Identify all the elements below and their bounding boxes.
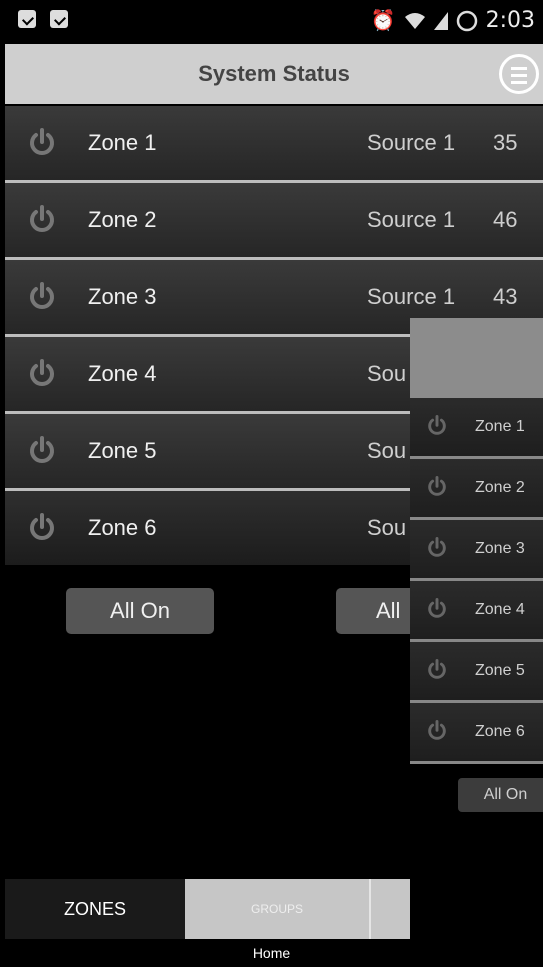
overlay-zone-name: Zone 6 [475, 723, 525, 740]
notification-bag-icon [50, 10, 68, 28]
overlay-panel: Zone 1 Zone 2 Zone 3 Zone 4 Zone 5 Zone … [410, 318, 543, 940]
overlay-zone-row[interactable]: Zone 2 [410, 459, 543, 520]
zone-source[interactable]: Sou [367, 491, 406, 565]
zone-source[interactable]: Source 1 [367, 183, 455, 257]
overlay-zone-row[interactable]: Zone 1 [410, 398, 543, 459]
overlay-zone-name: Zone 2 [475, 479, 525, 496]
power-icon[interactable] [426, 720, 448, 742]
power-icon[interactable] [426, 476, 448, 498]
status-bar: ⏰ 2:03 [0, 0, 543, 44]
zone-row[interactable]: Zone 1 Source 1 35 [5, 106, 543, 183]
hamburger-menu-icon[interactable] [499, 54, 539, 94]
power-icon[interactable] [426, 598, 448, 620]
overlay-zone-row[interactable]: Zone 5 [410, 642, 543, 703]
alarm-icon: ⏰ [370, 10, 396, 32]
power-icon[interactable] [27, 513, 57, 543]
power-icon[interactable] [426, 659, 448, 681]
zone-source[interactable]: Source 1 [367, 106, 455, 180]
tab-zones[interactable]: ZONES [5, 879, 185, 939]
all-on-button[interactable]: All On [66, 588, 214, 634]
overlay-all-on-button[interactable]: All On [458, 778, 543, 812]
overlay-zone-name: Zone 3 [475, 540, 525, 557]
wifi-icon [404, 12, 425, 29]
home-label[interactable]: Home [0, 939, 543, 967]
power-icon[interactable] [27, 436, 57, 466]
zone-name: Zone 1 [88, 130, 157, 155]
zone-source[interactable]: Sou [367, 337, 406, 411]
power-icon[interactable] [426, 537, 448, 559]
overlay-zone-row[interactable]: Zone 3 [410, 520, 543, 581]
page-title: System Status [198, 61, 350, 86]
signal-icon [433, 11, 448, 30]
zone-source[interactable]: Sou [367, 414, 406, 488]
overlay-zone-row[interactable]: Zone 4 [410, 581, 543, 642]
power-icon[interactable] [27, 205, 57, 235]
zone-name: Zone 3 [88, 284, 157, 309]
overlay-zone-row[interactable]: Zone 6 [410, 703, 543, 764]
zone-name: Zone 2 [88, 207, 157, 232]
zone-name: Zone 4 [88, 361, 157, 386]
zone-row[interactable]: Zone 2 Source 1 46 [5, 183, 543, 260]
overlay-zone-name: Zone 4 [475, 601, 525, 618]
zone-volume[interactable]: 35 [493, 106, 517, 180]
overlay-zone-name: Zone 5 [475, 662, 525, 679]
zone-name: Zone 5 [88, 438, 157, 463]
zone-volume[interactable]: 46 [493, 183, 517, 257]
power-icon[interactable] [426, 415, 448, 437]
notification-bag-icon [18, 10, 36, 28]
zone-name: Zone 6 [88, 515, 157, 540]
power-icon[interactable] [27, 282, 57, 312]
clock-time: 2:03 [485, 8, 535, 33]
header-bar: System Status [5, 44, 543, 104]
overlay-zone-name: Zone 1 [475, 418, 525, 435]
power-icon[interactable] [27, 128, 57, 158]
battery-icon [456, 10, 477, 31]
tab-groups[interactable]: GROUPS [185, 879, 369, 939]
overlay-header [410, 318, 543, 398]
power-icon[interactable] [27, 359, 57, 389]
